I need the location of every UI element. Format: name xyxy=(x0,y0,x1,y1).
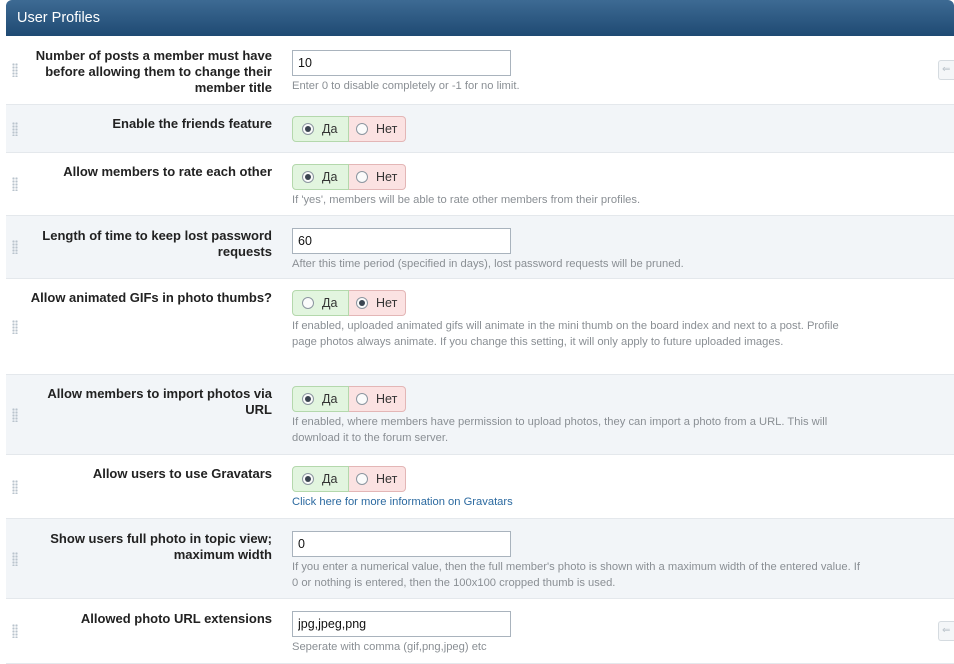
setting-row-gravatars: Allow users to use Gravatars Да Нет Clic… xyxy=(6,455,954,519)
setting-label: Allowed photo URL extensions xyxy=(80,611,272,626)
revert-icon[interactable]: ⇐ xyxy=(938,60,954,80)
setting-row-rate-members: Allow members to rate each other Да Нет … xyxy=(6,153,954,216)
no-option[interactable]: Нет xyxy=(349,466,406,492)
setting-label: Number of posts a member must have befor… xyxy=(35,48,272,95)
setting-description: If enabled, uploaded animated gifs will … xyxy=(292,320,839,348)
drag-handle-icon[interactable] xyxy=(12,63,18,77)
setting-row-import-photos: Allow members to import photos via URL Д… xyxy=(6,375,954,455)
drag-handle-icon[interactable] xyxy=(12,177,18,191)
no-radio[interactable] xyxy=(356,473,368,485)
setting-label: Allow users to use Gravatars xyxy=(92,466,272,481)
full-photo-width-input[interactable] xyxy=(292,531,511,557)
setting-row-full-photo-width: Show users full photo in topic view; max… xyxy=(6,519,954,599)
yes-radio[interactable] xyxy=(302,171,314,183)
setting-row-lost-password: Length of time to keep lost password req… xyxy=(6,216,954,279)
no-option[interactable]: Нет xyxy=(349,116,406,142)
setting-description: If you enter a numerical value, then the… xyxy=(292,561,861,589)
setting-row-photo-url-extensions: Allowed photo URL extensions Seperate wi… xyxy=(6,599,954,664)
yes-radio[interactable] xyxy=(302,473,314,485)
section-header: User Profiles xyxy=(6,0,954,36)
drag-handle-icon[interactable] xyxy=(12,121,18,136)
yes-option[interactable]: Да xyxy=(292,386,349,412)
setting-description: If enabled, where members have permissio… xyxy=(292,416,828,444)
drag-handle-icon[interactable] xyxy=(12,319,18,334)
setting-label: Allow members to import photos via URL xyxy=(47,386,272,417)
drag-handle-icon[interactable] xyxy=(12,407,18,422)
yes-radio[interactable] xyxy=(302,297,314,309)
drag-handle-icon[interactable] xyxy=(12,240,18,254)
setting-label: Allow animated GIFs in photo thumbs? xyxy=(30,290,272,305)
no-radio[interactable] xyxy=(356,393,368,405)
revert-icon[interactable]: ⇐ xyxy=(938,621,954,641)
lost-password-days-input[interactable] xyxy=(292,228,511,254)
rate-members-yes-no: Да Нет xyxy=(292,164,862,190)
no-option[interactable]: Нет xyxy=(349,386,406,412)
gravatars-info-link[interactable]: Click here for more information on Grava… xyxy=(292,496,513,508)
section-title: User Profiles xyxy=(17,10,100,26)
friends-yes-no: Да Нет xyxy=(292,116,406,142)
no-radio[interactable] xyxy=(356,123,368,135)
setting-label: Length of time to keep lost password req… xyxy=(42,228,272,259)
no-option[interactable]: Нет xyxy=(349,290,406,316)
setting-description: Enter 0 to disable completely or -1 for … xyxy=(292,80,520,92)
setting-label: Enable the friends feature xyxy=(112,116,272,131)
import-photos-yes-no: Да Нет xyxy=(292,386,862,412)
gravatars-yes-no: Да Нет xyxy=(292,466,862,492)
drag-handle-icon[interactable] xyxy=(12,479,18,494)
settings-list: Number of posts a member must have befor… xyxy=(6,36,954,664)
yes-radio[interactable] xyxy=(302,123,314,135)
animated-gifs-yes-no: Да Нет xyxy=(292,290,862,316)
yes-option[interactable]: Да xyxy=(292,290,349,316)
yes-option[interactable]: Да xyxy=(292,164,349,190)
no-option[interactable]: Нет xyxy=(349,164,406,190)
member-title-posts-input[interactable] xyxy=(292,50,511,76)
setting-row-member-title-posts: Number of posts a member must have befor… xyxy=(6,36,954,105)
setting-row-friends: Enable the friends feature Да Нет xyxy=(6,105,954,153)
setting-description: If 'yes', members will be able to rate o… xyxy=(292,194,641,206)
drag-handle-icon[interactable] xyxy=(12,551,18,566)
setting-description: After this time period (specified in day… xyxy=(292,258,684,270)
no-radio[interactable] xyxy=(356,297,368,309)
yes-option[interactable]: Да xyxy=(292,466,349,492)
photo-url-extensions-input[interactable] xyxy=(292,611,511,637)
setting-description: Seperate with comma (gif,png,jpeg) etc xyxy=(292,641,487,653)
no-radio[interactable] xyxy=(356,171,368,183)
yes-radio[interactable] xyxy=(302,393,314,405)
setting-row-animated-gifs: Allow animated GIFs in photo thumbs? Да … xyxy=(6,279,954,375)
setting-label: Allow members to rate each other xyxy=(63,164,272,179)
drag-handle-icon[interactable] xyxy=(12,624,18,638)
yes-option[interactable]: Да xyxy=(292,116,349,142)
setting-label: Show users full photo in topic view; max… xyxy=(50,531,272,562)
